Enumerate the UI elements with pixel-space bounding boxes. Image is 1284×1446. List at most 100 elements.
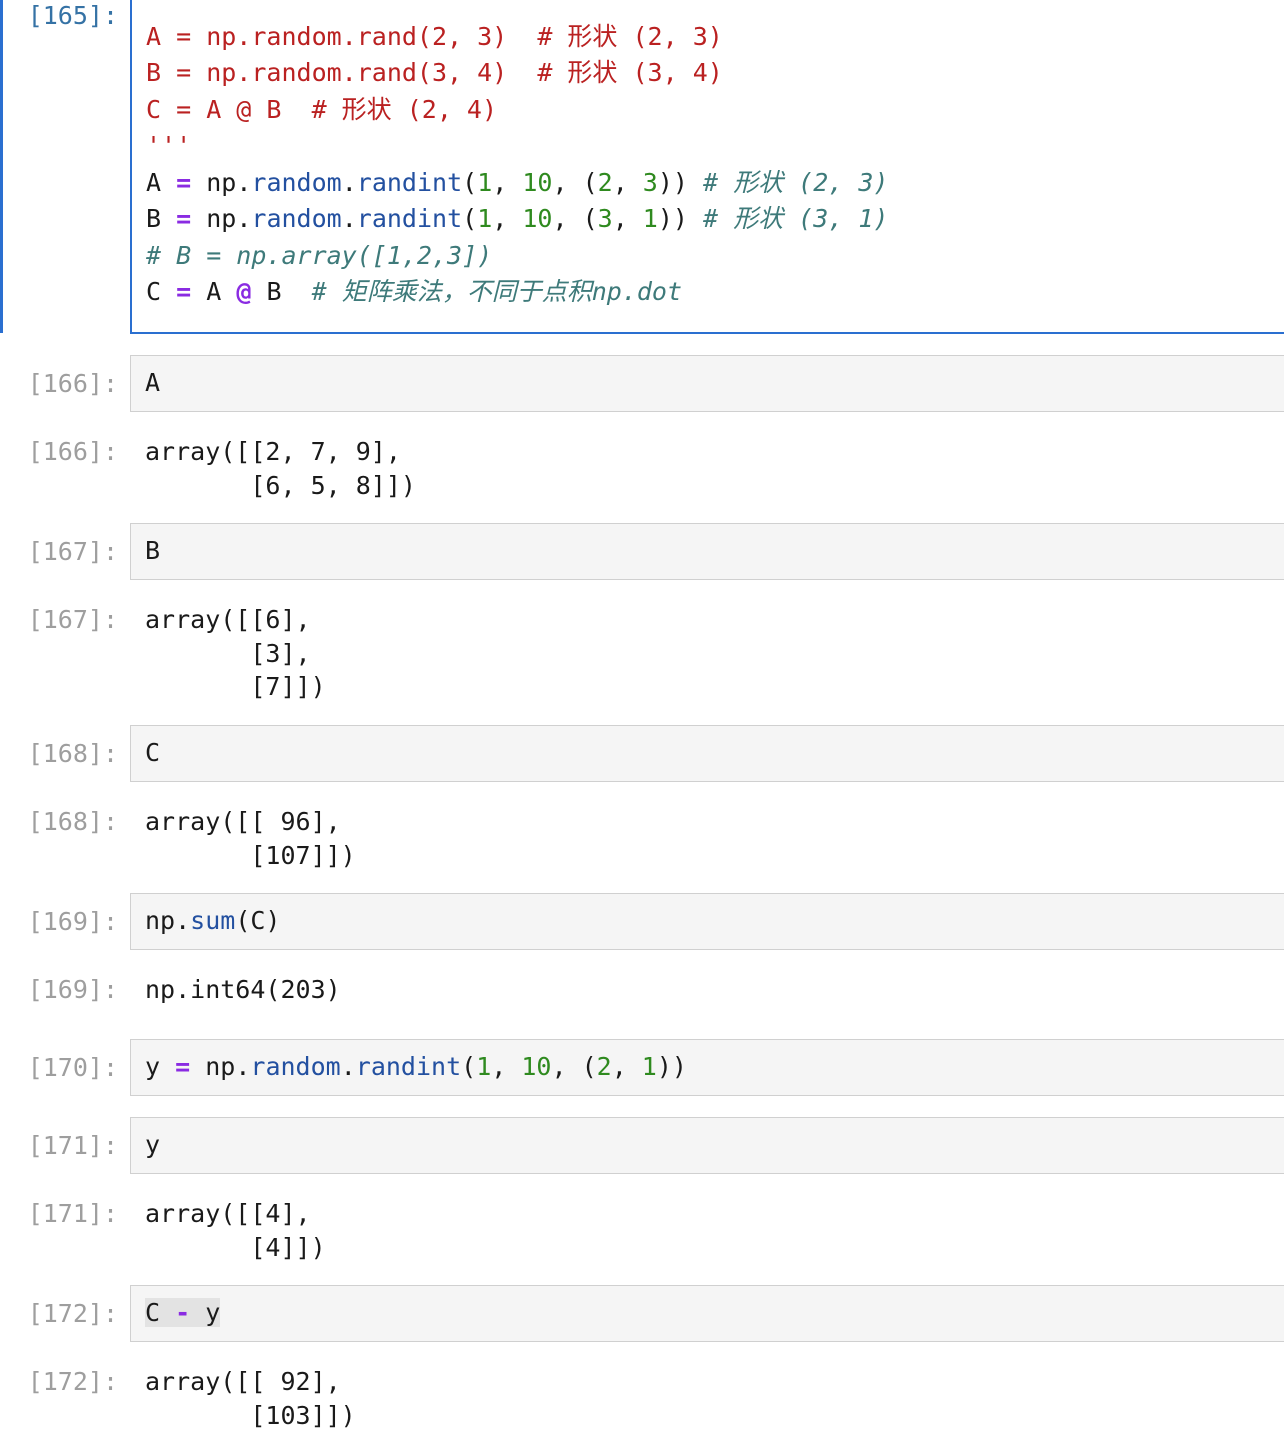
code-token: , <box>491 1052 522 1081</box>
code-token: ''' <box>146 0 191 14</box>
code-token: 10 <box>522 167 553 197</box>
code-line: C = A @ B # 矩阵乘法，不同于点积np.dot <box>146 274 682 310</box>
code-token: , <box>611 1052 642 1081</box>
code-token: np. <box>145 906 191 935</box>
code-token: C <box>145 738 161 767</box>
code-token: 1 <box>641 1052 657 1081</box>
code-cell-166[interactable]: [166]: A [166]: array([[2, 7, 9], [6, 5,… <box>0 355 1284 515</box>
code-token: C = A @ B # 形状 (2, 4) <box>146 94 498 124</box>
code-line: B <box>145 533 160 569</box>
code-token: # 形状 (3, 1) <box>703 204 889 233</box>
code-token: )) <box>657 167 704 197</box>
code-token: B <box>146 204 177 233</box>
input-prompt: [171]: <box>27 1131 118 1160</box>
input-prompt: [168]: <box>27 739 118 768</box>
code-token: randint <box>356 204 463 233</box>
output-line: array([[4], <box>145 1199 311 1228</box>
input-prompt: [172]: <box>27 1299 118 1328</box>
output-line: np.int64(203) <box>145 975 341 1004</box>
output-prompt: [168]: <box>27 807 118 836</box>
code-token: , <box>612 167 643 197</box>
code-line: A = np.random.rand(2, 3) # 形状 (2, 3) <box>146 19 723 55</box>
code-token: # B = np.array([1,2,3]) <box>146 240 493 270</box>
code-token: B = np.random.rand(3, 4) # 形状 (3, 4) <box>146 58 723 87</box>
code-token: @ <box>236 277 252 306</box>
code-token: y <box>145 1130 161 1159</box>
output-line: [4]]) <box>145 1232 326 1262</box>
code-token: # 形状 (2, 3) <box>703 167 889 197</box>
code-token: ( <box>461 1052 477 1081</box>
output-prompt: [169]: <box>27 975 118 1004</box>
output-prompt: [166]: <box>27 437 118 466</box>
code-line: np.sum(C) <box>145 903 280 939</box>
code-token: A <box>145 368 161 397</box>
code-token: , ( <box>552 167 598 197</box>
code-token: ( <box>462 167 478 197</box>
code-cell-168[interactable]: [168]: C [168]: array([[ 96], [107]]) <box>0 725 1284 885</box>
code-line: y = np.random.randint(1, 10, (2, 1)) <box>145 1049 687 1085</box>
input-prompt: [166]: <box>27 369 118 398</box>
code-token: (C) <box>235 906 281 935</box>
code-cell-167[interactable]: [167]: B [167]: array([[6], [3], [7]]) <box>0 523 1284 713</box>
code-token: C <box>146 277 177 306</box>
code-token: random <box>251 167 342 197</box>
code-editor[interactable]: y = np.random.randint(1, 10, (2, 1)) <box>130 1039 1284 1096</box>
code-token: A <box>146 167 177 197</box>
output-prompt: [167]: <box>27 605 118 634</box>
code-editor[interactable]: B <box>130 523 1284 580</box>
code-token: np. <box>191 204 252 233</box>
code-token: 3 <box>597 204 613 233</box>
code-token: 1 <box>476 1052 492 1081</box>
code-token: # 矩阵乘法，不同于点积np.dot <box>311 277 683 306</box>
output-line: [6, 5, 8]]) <box>145 470 416 500</box>
code-editor[interactable]: ''' A = np.random.rand(2, 3) # 形状 (2, 3) B… <box>130 0 1284 334</box>
output-line: [107]]) <box>145 840 356 870</box>
code-token: = <box>176 167 192 197</box>
code-editor[interactable]: A <box>130 355 1284 412</box>
code-token: - <box>175 1298 191 1327</box>
code-token: np. <box>191 167 252 197</box>
code-token: , <box>492 167 523 197</box>
code-editor[interactable]: C - y <box>130 1285 1284 1342</box>
code-cell-169[interactable]: [169]: np.sum(C) [169]: np.int64(203) <box>0 893 1284 1023</box>
code-line: y <box>145 1127 160 1163</box>
code-cell-171[interactable]: [171]: y [171]: array([[4], [4]]) <box>0 1117 1284 1277</box>
code-token: 3 <box>642 167 658 197</box>
code-token: A = np.random.rand(2, 3) # 形状 (2, 3) <box>146 21 723 51</box>
output-line: [7]]) <box>145 672 326 701</box>
code-cell-165[interactable]: [165]: ''' A = np.random.rand(2, 3) # 形状 … <box>0 0 1284 334</box>
code-token: , ( <box>552 204 598 233</box>
code-editor[interactable]: C <box>130 725 1284 782</box>
code-token: 2 <box>596 1052 612 1081</box>
input-prompt: [169]: <box>27 907 118 936</box>
code-line: C - y <box>145 1295 221 1331</box>
code-token: y <box>145 1052 176 1081</box>
code-token: y <box>190 1298 221 1327</box>
code-token: = <box>175 1052 191 1081</box>
code-line: B = np.random.rand(3, 4) # 形状 (3, 4) <box>146 55 723 91</box>
code-token: ''' <box>146 131 192 160</box>
code-line: C <box>145 735 160 771</box>
code-token: B <box>251 277 312 306</box>
code-token: randint <box>356 167 463 197</box>
output-line: array([[ 96], <box>145 807 341 836</box>
output-line: [3], <box>145 638 311 668</box>
code-token: = <box>176 204 192 233</box>
code-token: , <box>612 204 643 233</box>
code-token: random <box>250 1052 341 1081</box>
code-editor[interactable]: y <box>130 1117 1284 1174</box>
code-cell-170[interactable]: [170]: y = np.random.randint(1, 10, (2, … <box>0 1039 1284 1099</box>
code-token: = <box>176 277 192 306</box>
code-line: # B = np.array([1,2,3]) <box>146 238 492 274</box>
code-cell-172[interactable]: [172]: C - y [172]: array([[ 92], [103]]… <box>0 1285 1284 1446</box>
code-token: randint <box>355 1052 462 1081</box>
code-token: A <box>191 277 237 306</box>
code-token: C <box>145 1298 176 1327</box>
code-token: 10 <box>521 1052 552 1081</box>
code-token: 1 <box>477 167 493 197</box>
code-line: B = np.random.randint(1, 10, (3, 1)) # 形… <box>146 201 888 237</box>
code-token: 10 <box>522 204 553 233</box>
code-token: 1 <box>477 204 493 233</box>
code-editor[interactable]: np.sum(C) <box>130 893 1284 950</box>
code-line: A = np.random.randint(1, 10, (2, 3)) # 形… <box>146 165 888 201</box>
